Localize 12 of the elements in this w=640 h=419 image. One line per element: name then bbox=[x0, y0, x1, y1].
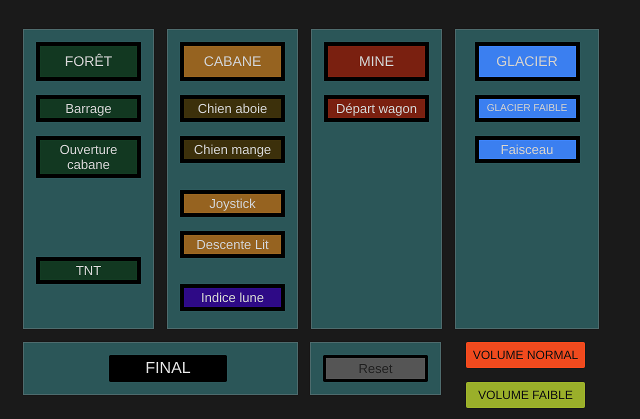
volume-button[interactable]: VOLUME FAIBLE bbox=[466, 382, 585, 408]
final-button[interactable]: FINAL bbox=[109, 355, 227, 382]
sound-button[interactable]: TNT bbox=[36, 257, 141, 284]
category-button[interactable]: FORÊT bbox=[36, 42, 141, 81]
sound-button[interactable]: Barrage bbox=[36, 95, 141, 122]
category-button[interactable]: MINE bbox=[324, 42, 429, 81]
volume-button[interactable]: VOLUME NORMAL bbox=[466, 342, 585, 368]
sound-button[interactable]: Chien aboie bbox=[180, 95, 285, 122]
sound-button[interactable]: Chien mange bbox=[180, 136, 285, 163]
sound-button[interactable]: Départ wagon bbox=[324, 95, 429, 122]
sound-button[interactable]: Indice lune bbox=[180, 284, 285, 311]
sound-button[interactable]: Ouverture cabane bbox=[36, 136, 141, 178]
